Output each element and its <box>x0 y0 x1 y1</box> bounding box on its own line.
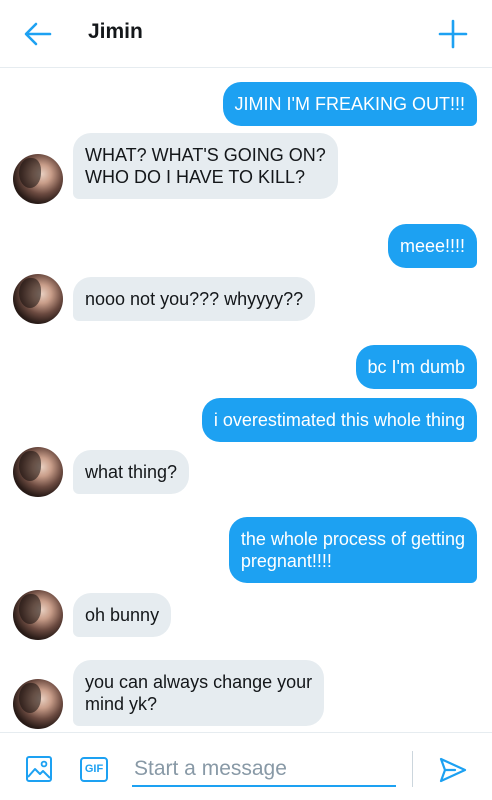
avatar[interactable] <box>13 679 63 729</box>
message-composer: GIF <box>0 732 492 800</box>
avatar[interactable] <box>13 274 63 324</box>
plus-icon[interactable] <box>436 17 470 51</box>
composer-divider <box>412 751 413 787</box>
message-thread: JIMIN I'M FREAKING OUT!!! WHAT? WHAT'S G… <box>0 69 492 732</box>
avatar[interactable] <box>13 590 63 640</box>
message-bubble[interactable]: WHAT? WHAT'S GOING ON? WHO DO I HAVE TO … <box>73 133 338 199</box>
message-input[interactable] <box>132 753 396 787</box>
message-bubble[interactable]: oh bunny <box>73 593 172 637</box>
message-bubble[interactable]: the whole process of getting pregnant!!!… <box>228 517 477 583</box>
message-bubble[interactable]: what thing? <box>73 450 190 494</box>
message-bubble[interactable]: bc I'm dumb <box>355 345 477 389</box>
conversation-header: Jimin <box>0 0 492 68</box>
message-outgoing: JIMIN I'M FREAKING OUT!!! <box>222 82 477 126</box>
arrow-left-icon[interactable] <box>22 18 54 50</box>
message-incoming: oh bunny <box>73 593 172 637</box>
image-icon[interactable] <box>25 755 53 783</box>
message-incoming: WHAT? WHAT'S GOING ON? WHO DO I HAVE TO … <box>73 133 338 199</box>
message-outgoing: bc I'm dumb <box>355 345 477 389</box>
avatar[interactable] <box>13 447 63 497</box>
message-bubble[interactable]: i overestimated this whole thing <box>201 398 477 442</box>
conversation-title: Jimin <box>88 20 143 43</box>
send-icon[interactable] <box>438 755 468 785</box>
message-outgoing: i overestimated this whole thing <box>201 398 477 442</box>
message-incoming: nooo not you??? whyyyy?? <box>73 277 316 321</box>
message-bubble[interactable]: meee!!!! <box>387 224 477 268</box>
message-outgoing: the whole process of getting pregnant!!!… <box>228 517 477 583</box>
message-bubble[interactable]: you can always change your mind yk? <box>73 660 325 726</box>
gif-button[interactable]: GIF <box>80 757 108 782</box>
message-incoming: what thing? <box>73 450 190 494</box>
message-bubble[interactable]: JIMIN I'M FREAKING OUT!!! <box>222 82 477 126</box>
message-incoming: you can always change your mind yk? <box>73 660 325 726</box>
avatar[interactable] <box>13 154 63 204</box>
message-outgoing: meee!!!! <box>387 224 477 268</box>
message-bubble[interactable]: nooo not you??? whyyyy?? <box>73 277 316 321</box>
